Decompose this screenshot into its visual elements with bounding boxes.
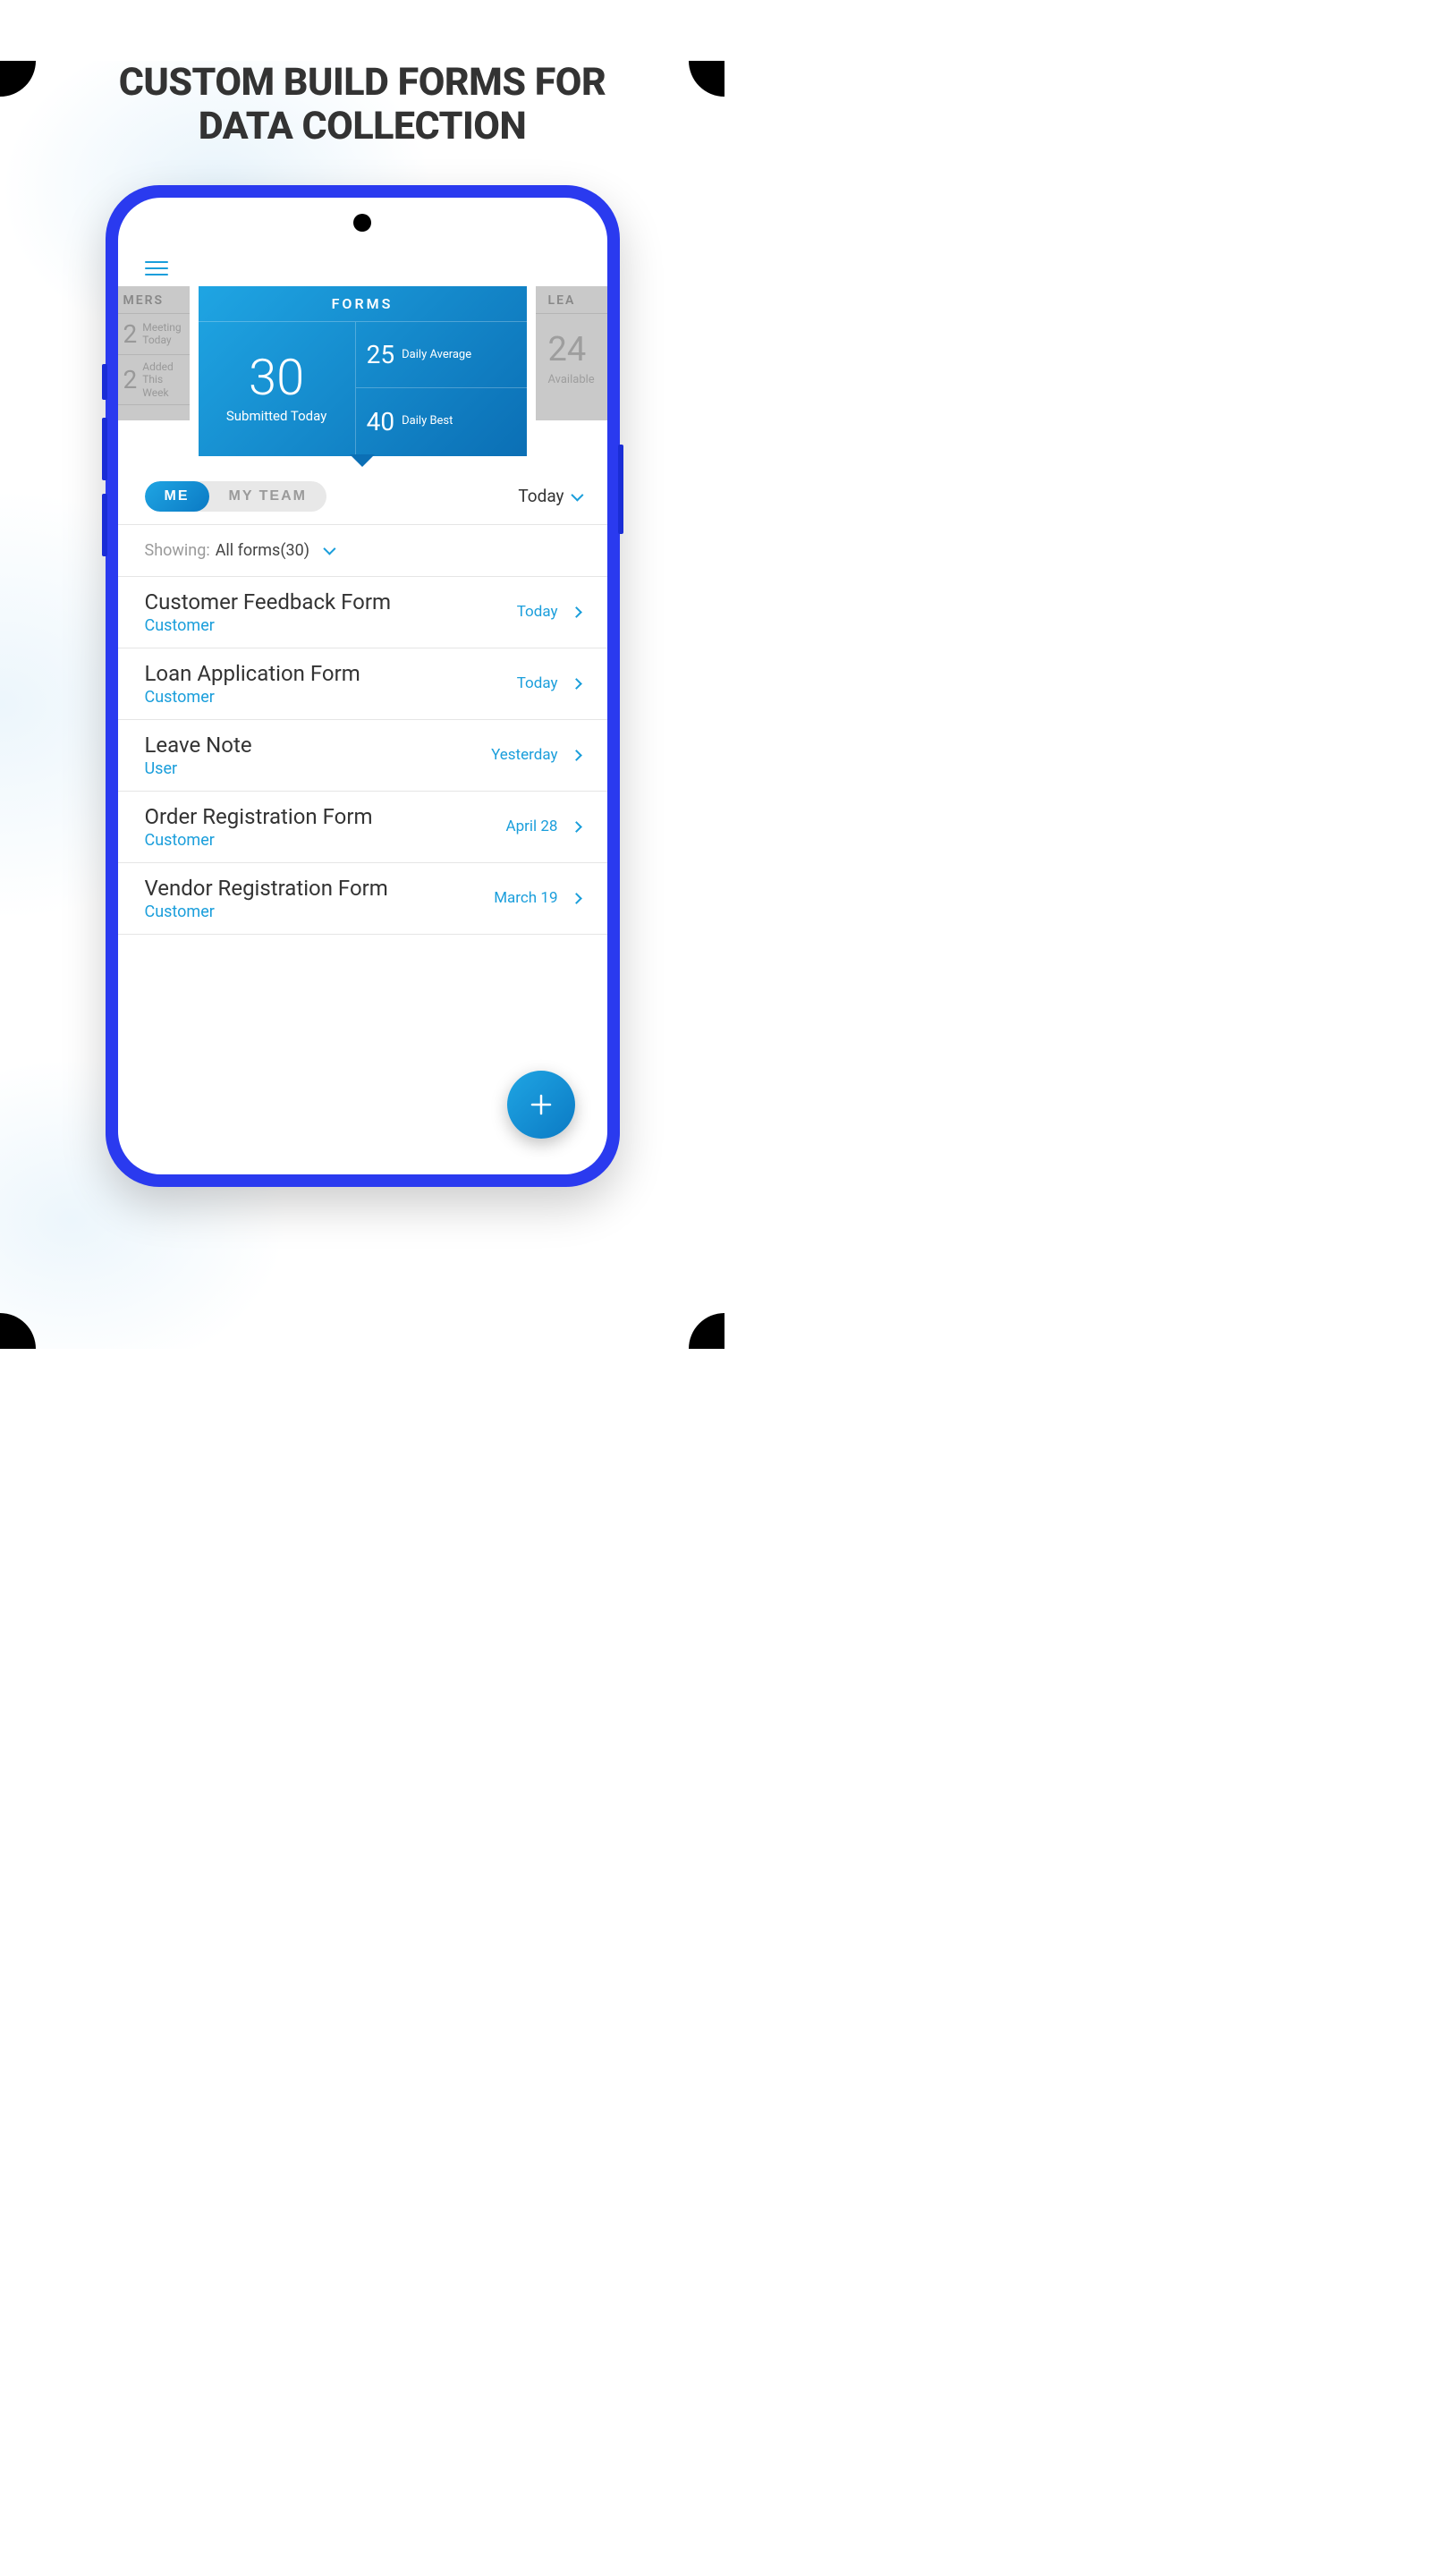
phone-side-button <box>618 445 623 534</box>
form-date: Today <box>517 603 558 621</box>
form-date: Yesterday <box>491 746 557 764</box>
stat-label: Available <box>536 369 607 386</box>
card-stat-row: 25 Daily Average <box>356 322 527 389</box>
card-leads[interactable]: LEA 24 Available <box>536 286 607 420</box>
chevron-right-icon <box>571 893 582 904</box>
form-category: User <box>145 759 252 778</box>
plus-icon <box>528 1091 555 1118</box>
card-stat-row: 40 Daily Best <box>356 388 527 454</box>
chevron-right-icon <box>571 606 582 618</box>
date-range-label: Today <box>518 486 564 506</box>
form-category: Customer <box>145 831 373 850</box>
form-date: April 28 <box>506 818 558 835</box>
phone-side-button <box>102 494 107 556</box>
form-title: Loan Application Form <box>145 661 360 686</box>
stat-value: 25 <box>367 340 394 369</box>
stat-value: 24 <box>536 314 607 369</box>
phone-frame: MERS 2 Meeting Today 2 Added This Week F… <box>106 185 620 1187</box>
form-date: March 19 <box>494 889 557 907</box>
list-item[interactable]: Customer Feedback Form Customer Today <box>118 577 607 648</box>
marketing-headline: CUSTOM BUILD FORMS FOR DATA COLLECTION <box>0 61 724 149</box>
date-range-dropdown[interactable]: Today <box>518 486 580 506</box>
headline-line-2: DATA COLLECTION <box>199 104 527 148</box>
chevron-right-icon <box>571 821 582 833</box>
form-title: Vendor Registration Form <box>145 876 388 901</box>
card-forms-active[interactable]: FORMS 30 Submitted Today 25 Daily Averag… <box>199 286 527 456</box>
chevron-right-icon <box>571 750 582 761</box>
form-title: Leave Note <box>145 733 252 758</box>
forms-list: Customer Feedback FormCustomerTodayLoan … <box>118 576 607 935</box>
stat-label: Added This Week <box>142 360 183 399</box>
form-date: Today <box>517 674 558 692</box>
stat-label: Daily Average <box>402 348 471 362</box>
summary-cards-row: MERS 2 Meeting Today 2 Added This Week F… <box>118 286 607 456</box>
stat-label: Meeting Today <box>142 321 183 347</box>
submitted-today-value: 30 <box>249 352 304 402</box>
stat-label: Daily Best <box>402 414 453 428</box>
card-header: MERS <box>118 286 190 314</box>
scope-toggle: ME MY TEAM <box>145 481 326 512</box>
stat-value: 2 <box>123 365 143 394</box>
form-category: Customer <box>145 616 392 635</box>
list-item[interactable]: Loan Application Form Customer Today <box>118 648 607 720</box>
list-item[interactable]: Vendor Registration FormCustomer March 19 <box>118 863 607 935</box>
card-stat-row: 2 Added This Week <box>118 355 190 405</box>
phone-side-button <box>102 364 107 400</box>
card-customers[interactable]: MERS 2 Meeting Today 2 Added This Week <box>118 286 190 420</box>
filter-value: All forms(30) <box>216 541 309 560</box>
forms-filter-dropdown[interactable]: Showing: All forms(30) <box>118 524 607 576</box>
submitted-today-label: Submitted Today <box>226 408 326 424</box>
phone-side-button <box>102 418 107 480</box>
phone-screen: MERS 2 Meeting Today 2 Added This Week F… <box>118 198 607 1174</box>
chevron-right-icon <box>571 678 582 690</box>
stat-value: 40 <box>367 407 394 436</box>
filter-label: Showing: <box>145 541 210 560</box>
form-title: Order Registration Form <box>145 804 373 829</box>
card-stat-row: 2 Meeting Today <box>118 314 190 355</box>
hamburger-menu-icon[interactable] <box>145 261 168 275</box>
card-header: LEA <box>536 286 607 314</box>
toggle-my-team-button[interactable]: MY TEAM <box>209 481 326 512</box>
card-header: FORMS <box>199 286 527 322</box>
toggle-me-button[interactable]: ME <box>145 481 209 512</box>
list-item[interactable]: Order Registration Form Customer April 28 <box>118 792 607 863</box>
form-title: Customer Feedback Form <box>145 589 392 614</box>
chevron-down-icon <box>571 488 583 501</box>
form-category: Customer <box>145 902 388 921</box>
chevron-down-icon <box>323 543 335 555</box>
phone-camera <box>353 214 371 232</box>
stat-value: 2 <box>123 319 143 349</box>
headline-line-1: CUSTOM BUILD FORMS FOR <box>119 60 606 105</box>
form-category: Customer <box>145 688 360 707</box>
add-form-fab[interactable] <box>507 1071 575 1139</box>
list-item[interactable]: Leave NoteUser Yesterday <box>118 720 607 792</box>
